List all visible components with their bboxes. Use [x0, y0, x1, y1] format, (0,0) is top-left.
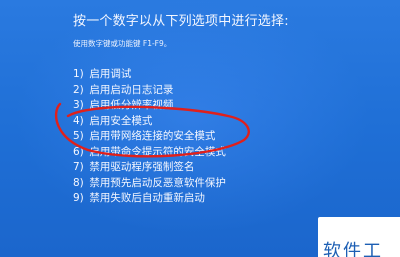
option-number: 3) — [73, 99, 84, 111]
option-label: 启用安全模式 — [89, 114, 153, 127]
option-label: 启用带网络连接的安全模式 — [89, 130, 216, 142]
startup-options-list: 1) 启用调试 2) 启用启动日志记录 3) 启用低分辨率视频 4) 启用安全模… — [73, 67, 226, 207]
option-label: 禁用失败后自动重新启动 — [89, 192, 205, 204]
option-label: 禁用预先启动反恶意软件保护 — [89, 176, 226, 189]
option-number: 7) — [73, 161, 84, 173]
option-disable-automatic-restart[interactable]: 9) 禁用失败后自动重新启动 — [73, 191, 226, 207]
option-label: 启用带命令提示符的安全模式 — [89, 145, 226, 158]
option-enable-safe-mode[interactable]: 4) 启用安全模式 — [73, 114, 226, 130]
option-enable-debugging[interactable]: 1) 启用调试 — [73, 67, 226, 83]
option-enable-boot-logging[interactable]: 2) 启用启动日志记录 — [73, 83, 226, 99]
option-label: 禁用驱动程序强制签名 — [89, 161, 195, 173]
option-label: 启用低分辨率视频 — [89, 99, 174, 111]
startup-settings-screen: 按一个数字以从下列选项中进行选择: 使用数字键或功能键 F1-F9。 1) 启用… — [0, 0, 400, 257]
option-enable-low-resolution-video[interactable]: 3) 启用低分辨率视频 — [73, 98, 226, 114]
watermark-text: 软件工 — [323, 241, 383, 257]
option-disable-driver-signature-enforcement[interactable]: 7) 禁用驱动程序强制签名 — [73, 160, 226, 176]
option-number: 1) — [73, 68, 84, 80]
watermark-logo: 软件工 — [318, 217, 400, 257]
option-number: 6) — [73, 145, 84, 158]
option-enable-safe-mode-with-command-prompt[interactable]: 6) 启用带命令提示符的安全模式 — [73, 145, 226, 161]
option-number: 5) — [73, 130, 84, 142]
option-number: 8) — [73, 176, 84, 189]
page-title: 按一个数字以从下列选项中进行选择: — [73, 14, 289, 29]
option-number: 4) — [73, 114, 84, 127]
option-disable-early-launch-anti-malware[interactable]: 8) 禁用预先启动反恶意软件保护 — [73, 176, 226, 192]
instruction-text: 使用数字键或功能键 F1-F9。 — [73, 39, 172, 48]
option-number: 9) — [73, 192, 84, 204]
option-enable-safe-mode-with-networking[interactable]: 5) 启用带网络连接的安全模式 — [73, 129, 226, 145]
option-label: 启用启动日志记录 — [89, 83, 174, 96]
option-number: 2) — [73, 83, 84, 96]
option-label: 启用调试 — [89, 68, 132, 80]
